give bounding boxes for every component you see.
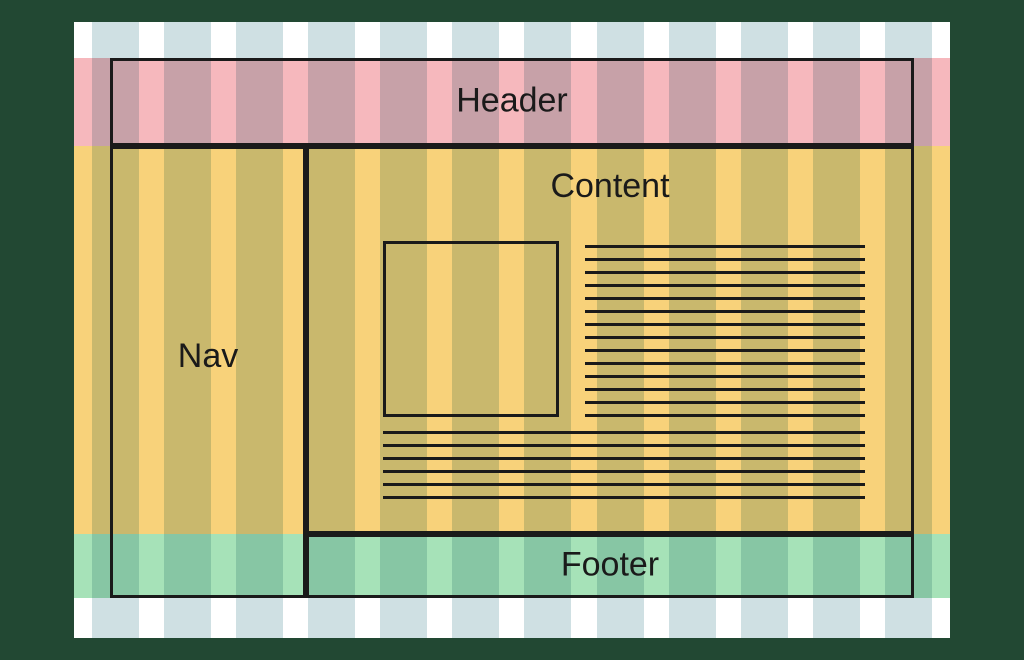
text-line (585, 414, 865, 417)
text-line (585, 336, 865, 339)
text-line (383, 483, 865, 486)
text-line (585, 349, 865, 352)
text-line (585, 284, 865, 287)
text-line (383, 431, 865, 434)
text-line (585, 401, 865, 404)
header-label: Header (456, 82, 568, 121)
text-line (585, 297, 865, 300)
footer-label: Footer (561, 546, 659, 585)
text-line (585, 388, 865, 391)
content-image-placeholder (383, 241, 559, 417)
content-text-lines-upper (585, 245, 865, 427)
text-line (383, 457, 865, 460)
content-text-lines-lower (383, 431, 865, 509)
text-line (585, 362, 865, 365)
text-line (383, 444, 865, 447)
text-line (383, 470, 865, 473)
layout-diagram: Header Nav Content (74, 22, 950, 638)
text-line (585, 258, 865, 261)
text-line (585, 323, 865, 326)
content-region: Content (306, 146, 914, 534)
text-line (585, 245, 865, 248)
content-label: Content (550, 167, 669, 206)
header-region: Header (110, 58, 914, 146)
text-line (585, 310, 865, 313)
nav-label: Nav (178, 337, 238, 376)
text-line (585, 375, 865, 378)
text-line (383, 496, 865, 499)
nav-region: Nav (110, 146, 306, 598)
text-line (585, 271, 865, 274)
footer-region: Footer (306, 534, 914, 598)
